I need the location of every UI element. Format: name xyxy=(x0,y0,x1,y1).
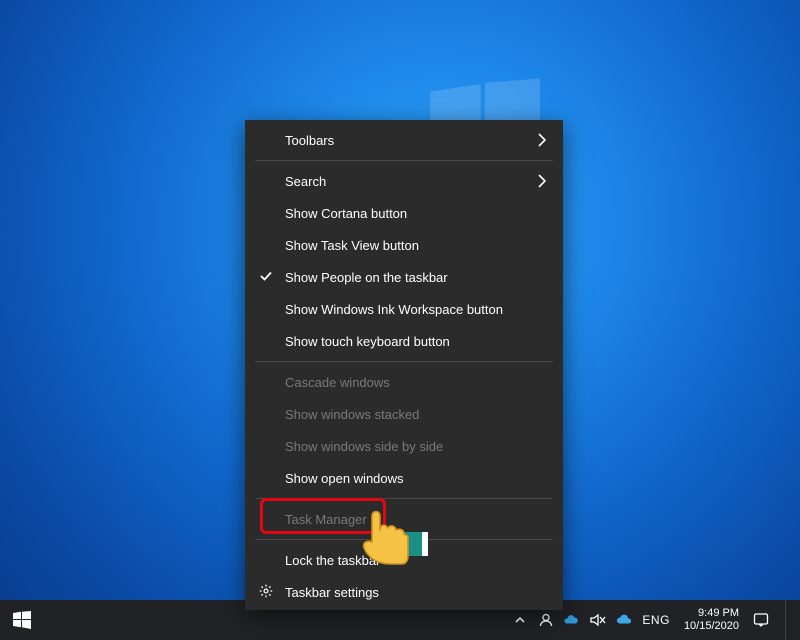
taskbar-context-menu: Toolbars Search Show Cortana button Show… xyxy=(245,120,563,610)
menu-item-show-windows-stacked: Show windows stacked xyxy=(245,398,563,430)
menu-item-lock-taskbar[interactable]: Lock the taskbar xyxy=(245,544,563,576)
menu-item-show-task-view[interactable]: Show Task View button xyxy=(245,229,563,261)
gear-icon xyxy=(259,584,273,598)
menu-item-label: Search xyxy=(285,174,326,189)
show-desktop-button[interactable] xyxy=(785,600,792,640)
clock-date: 10/15/2020 xyxy=(684,620,739,633)
menu-item-cascade-windows: Cascade windows xyxy=(245,366,563,398)
menu-separator xyxy=(255,160,553,161)
clock-time: 9:49 PM xyxy=(684,607,739,620)
chevron-right-icon xyxy=(537,133,547,147)
start-button[interactable] xyxy=(0,600,44,640)
volume-muted-icon[interactable] xyxy=(590,612,606,628)
menu-item-label: Lock the taskbar xyxy=(285,553,380,568)
menu-item-show-people[interactable]: Show People on the taskbar xyxy=(245,261,563,293)
menu-item-label: Cascade windows xyxy=(285,375,390,390)
menu-separator xyxy=(255,361,553,362)
people-icon[interactable] xyxy=(538,612,554,628)
menu-item-taskbar-settings[interactable]: Taskbar settings xyxy=(245,576,563,608)
menu-item-label: Show People on the taskbar xyxy=(285,270,448,285)
menu-item-label: Toolbars xyxy=(285,133,334,148)
menu-separator xyxy=(255,498,553,499)
menu-item-label: Task Manager xyxy=(285,512,367,527)
menu-item-label: Show windows side by side xyxy=(285,439,443,454)
menu-item-show-ink-workspace[interactable]: Show Windows Ink Workspace button xyxy=(245,293,563,325)
chevron-right-icon xyxy=(537,174,547,188)
menu-item-show-cortana[interactable]: Show Cortana button xyxy=(245,197,563,229)
menu-item-search[interactable]: Search xyxy=(245,165,563,197)
language-indicator[interactable]: ENG xyxy=(642,613,670,627)
tray-chevron-up-icon[interactable] xyxy=(512,612,528,628)
menu-item-task-manager: Task Manager xyxy=(245,503,563,535)
menu-item-show-touch-keyboard[interactable]: Show touch keyboard button xyxy=(245,325,563,357)
checkmark-icon xyxy=(259,269,273,283)
menu-item-label: Show touch keyboard button xyxy=(285,334,450,349)
action-center-icon[interactable] xyxy=(753,612,769,628)
desktop: Toolbars Search Show Cortana button Show… xyxy=(0,0,800,640)
menu-item-label: Show Cortana button xyxy=(285,206,407,221)
menu-item-show-open-windows[interactable]: Show open windows xyxy=(245,462,563,494)
menu-item-label: Taskbar settings xyxy=(285,585,379,600)
menu-separator xyxy=(255,539,553,540)
menu-item-label: Show open windows xyxy=(285,471,404,486)
onedrive-icon[interactable] xyxy=(564,612,580,628)
menu-item-label: Show Windows Ink Workspace button xyxy=(285,302,503,317)
menu-item-show-windows-side-by-side: Show windows side by side xyxy=(245,430,563,462)
network-cloud-icon[interactable] xyxy=(616,612,632,628)
clock[interactable]: 9:49 PM 10/15/2020 xyxy=(680,607,739,633)
menu-item-label: Show windows stacked xyxy=(285,407,419,422)
menu-item-label: Show Task View button xyxy=(285,238,419,253)
menu-item-toolbars[interactable]: Toolbars xyxy=(245,124,563,156)
